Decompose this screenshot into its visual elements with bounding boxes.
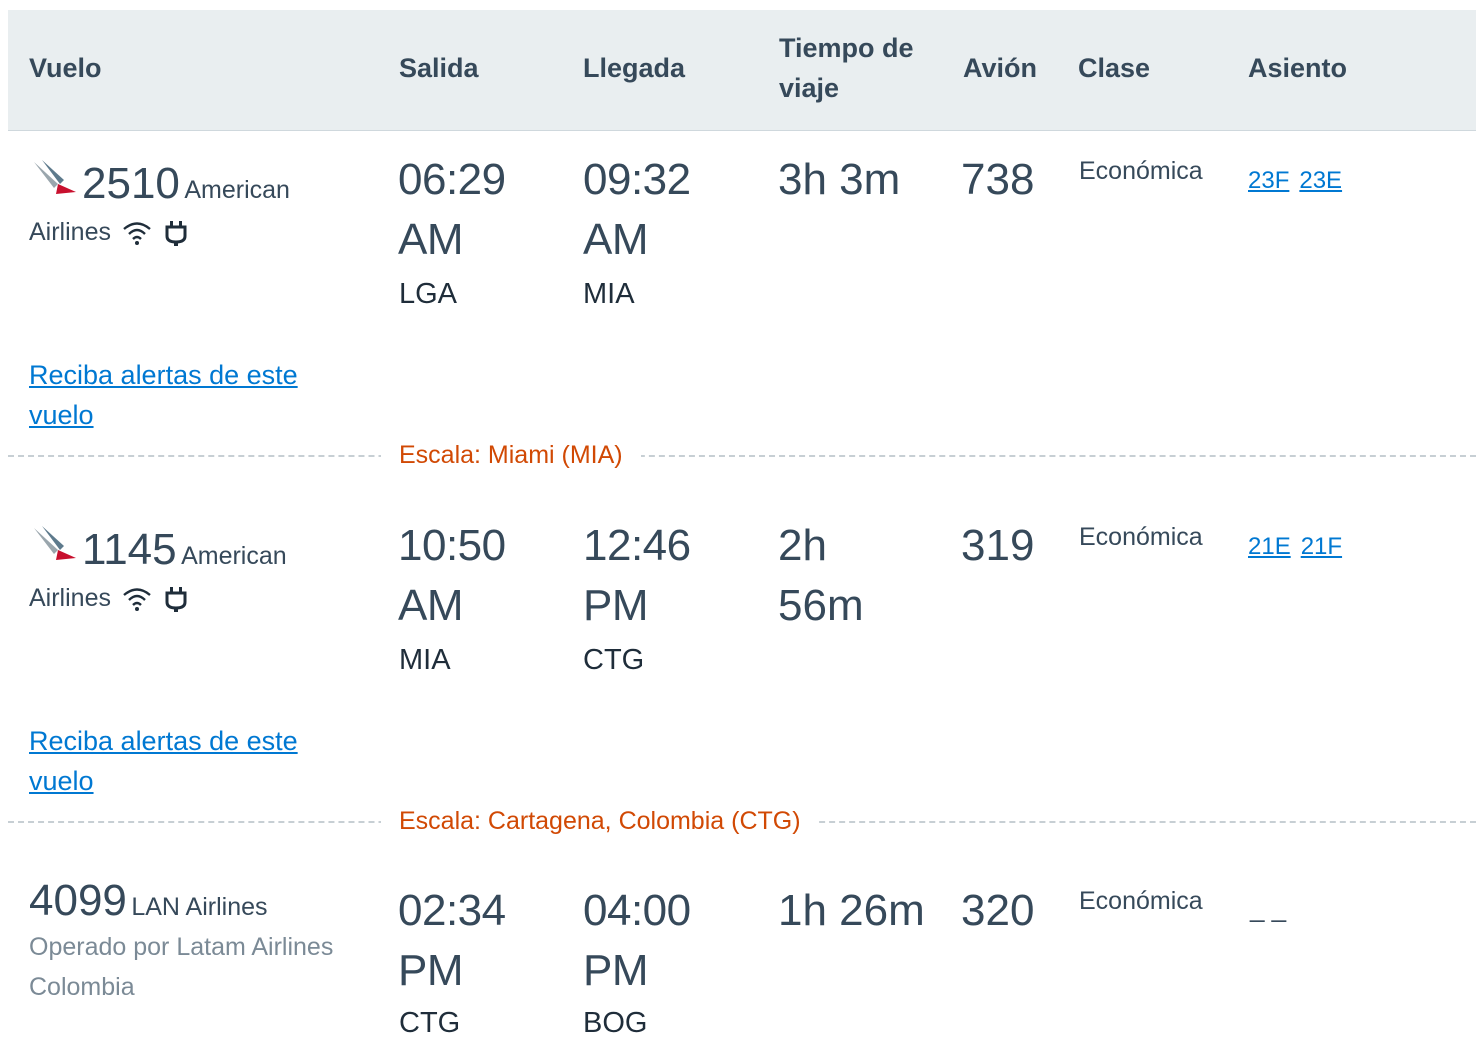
aircraft-type: 320 [961, 886, 1035, 935]
arrival-time-ampm: PM [583, 581, 648, 630]
departure-time-hm: 06:29 [398, 155, 506, 204]
airline-name: LAN Airlines [131, 893, 268, 921]
header-duration-line1: Tiempo de [779, 33, 914, 63]
departure-time-ampm: AM [398, 581, 463, 630]
flight-alerts-link-line1: Reciba alertas de este [29, 726, 298, 756]
airline-name-line2: Airlines [29, 584, 111, 612]
arrival-time: 04:00 PM [583, 881, 691, 1001]
airline-name-line2: Airlines [29, 218, 111, 246]
header-class: Clase [1078, 53, 1151, 83]
layover-label: Escala: Miami (MIA) [381, 435, 641, 475]
wifi-icon [123, 588, 151, 611]
dashed-divider [8, 455, 1476, 457]
departure-time-ampm: AM [398, 215, 463, 264]
travel-duration-minutes: 56m [778, 581, 864, 630]
airline-name: American [184, 176, 290, 204]
seat-not-assigned: _ _ [1250, 893, 1287, 923]
operated-by-line1: Operado por Latam Airlines [29, 933, 334, 961]
seat-list: 23F 23E [1248, 167, 1352, 195]
seat-link[interactable]: 23E [1299, 167, 1342, 194]
aircraft-type: 319 [961, 521, 1035, 570]
header-departure: Salida [399, 53, 479, 83]
flight-segment-2: 1145 American Airlines 10:50 AM MIA 12:4… [0, 516, 1476, 806]
departure-airport-code: LGA [399, 278, 458, 310]
flight-segment-3: 4099 LAN Airlines Operado por Latam Airl… [0, 875, 1476, 1039]
american-airlines-logo-icon [34, 160, 76, 194]
departure-time: 06:29 AM [398, 150, 506, 270]
departure-airport-code: CTG [399, 1007, 461, 1039]
fare-class: Económica [1079, 887, 1203, 915]
arrival-time-ampm: PM [583, 946, 648, 995]
arrival-time: 09:32 AM [583, 150, 691, 270]
operated-by-line2: Colombia [29, 973, 135, 1001]
power-outlet-icon [165, 587, 187, 612]
arrival-time-ampm: AM [583, 215, 648, 264]
flight-alerts-link[interactable]: Reciba alertas de este vuelo [29, 355, 298, 435]
departure-time: 02:34 PM [398, 881, 506, 1001]
arrival-time-hm: 12:46 [583, 521, 691, 570]
travel-duration-hours: 2h [778, 521, 827, 570]
seat-link[interactable]: 23F [1248, 167, 1289, 194]
flight-number: 4099 [29, 876, 127, 925]
travel-duration: 1h 26m [778, 886, 925, 935]
header-arrival: Llegada [583, 53, 686, 83]
arrival-time: 12:46 PM [583, 516, 691, 636]
arrival-airport-code: BOG [583, 1007, 648, 1039]
seat-link[interactable]: 21F [1301, 533, 1342, 560]
layover-label: Escala: Cartagena, Colombia (CTG) [381, 801, 819, 841]
travel-duration: 2h 56m [778, 516, 864, 636]
fare-class: Económica [1079, 157, 1203, 185]
header-flight: Vuelo [29, 53, 102, 83]
departure-time-hm: 02:34 [398, 886, 506, 935]
fare-class: Económica [1079, 523, 1203, 551]
flight-alerts-link[interactable]: Reciba alertas de este vuelo [29, 721, 298, 801]
seat-link[interactable]: 21E [1248, 533, 1291, 560]
header-seat: Asiento [1248, 53, 1348, 83]
airline-name: American [181, 542, 287, 570]
wifi-icon [123, 222, 151, 245]
header-duration: Tiempo de viaje [779, 28, 914, 108]
departure-time-hm: 10:50 [398, 521, 506, 570]
power-outlet-icon [165, 221, 187, 246]
flight-number: 1145 [82, 525, 177, 574]
flight-alerts-link-line1: Reciba alertas de este [29, 360, 298, 390]
flight-alerts-link-line2: vuelo [29, 766, 94, 796]
header-duration-line2: viaje [779, 73, 840, 103]
itinerary-table-header: Vuelo Salida Llegada Tiempo de viaje Avi… [8, 10, 1476, 131]
flight-segment-1: 2510 American Airlines 06:29 AM LGA 09:3… [0, 150, 1476, 440]
arrival-time-hm: 09:32 [583, 155, 691, 204]
departure-airport-code: MIA [399, 644, 451, 676]
arrival-airport-code: CTG [583, 644, 645, 676]
departure-time: 10:50 AM [398, 516, 506, 636]
american-airlines-logo-icon [34, 526, 76, 560]
arrival-time-hm: 04:00 [583, 886, 691, 935]
flight-alerts-link-line2: vuelo [29, 400, 94, 430]
layover-divider: Escala: Miami (MIA) [8, 435, 1476, 475]
header-aircraft: Avión [963, 53, 1037, 83]
operated-by-text: Operado por Latam Airlines Colombia [29, 927, 333, 1007]
seat-list: 21E 21F [1248, 533, 1352, 561]
arrival-airport-code: MIA [583, 278, 635, 310]
flight-number: 2510 [82, 159, 180, 208]
departure-time-ampm: PM [398, 946, 463, 995]
aircraft-type: 738 [961, 155, 1035, 204]
travel-duration: 3h 3m [778, 155, 901, 204]
layover-divider: Escala: Cartagena, Colombia (CTG) [8, 801, 1476, 841]
